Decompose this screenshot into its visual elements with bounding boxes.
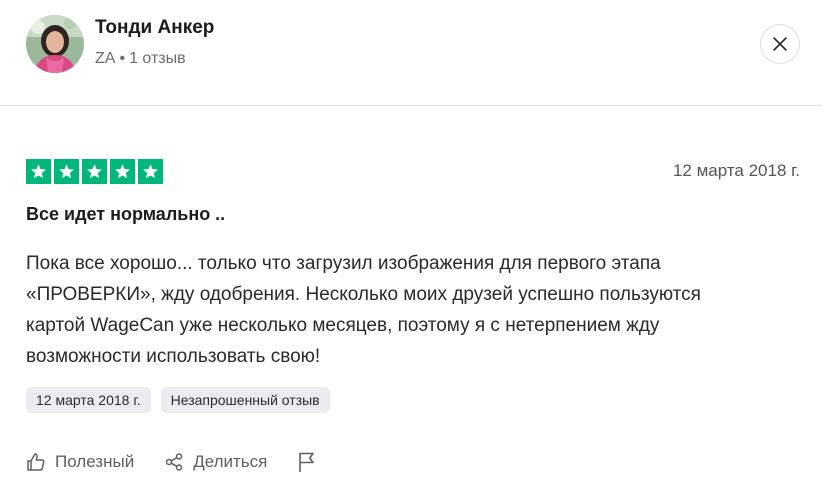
reviewer-header: Тонди Анкер ZA • 1 отзыв bbox=[0, 0, 822, 106]
reviewer-meta: ZA • 1 отзыв bbox=[95, 50, 186, 68]
review-actions: Полезный Делиться bbox=[26, 451, 347, 473]
share-button[interactable]: Делиться bbox=[164, 452, 267, 472]
reviewer-review-count: 1 отзыв bbox=[129, 50, 186, 67]
useful-button[interactable]: Полезный bbox=[26, 452, 134, 472]
star-box bbox=[110, 159, 135, 184]
useful-label: Полезный bbox=[55, 452, 135, 471]
review-date: 12 марта 2018 г. bbox=[672, 161, 800, 180]
review-body-line: картой WageCan уже несколько месяцев, по… bbox=[26, 315, 660, 336]
star-icon bbox=[31, 164, 46, 179]
share-label: Делиться bbox=[193, 452, 268, 471]
report-button[interactable] bbox=[297, 451, 317, 473]
star-box bbox=[54, 159, 79, 184]
star-icon bbox=[143, 164, 158, 179]
star-box bbox=[26, 159, 51, 184]
thumbs-up-icon bbox=[27, 453, 45, 471]
review-body-line: возможности использовать свою! bbox=[26, 346, 321, 367]
date-tag: 12 марта 2018 г. bbox=[26, 387, 151, 413]
star-rating bbox=[26, 159, 163, 184]
flag-icon bbox=[299, 452, 315, 472]
review-body-line: «ПРОВЕРКИ», жду одобрения. Несколько мои… bbox=[26, 284, 701, 305]
reviewer-name[interactable]: Тонди Анкер bbox=[95, 17, 214, 39]
avatar bbox=[26, 15, 84, 73]
star-icon bbox=[59, 164, 74, 179]
share-icon bbox=[165, 453, 183, 471]
star-icon bbox=[87, 164, 102, 179]
star-box bbox=[138, 159, 163, 184]
review-body-line: Пока все хорошо... только что загрузил и… bbox=[26, 253, 661, 274]
star-box bbox=[82, 159, 107, 184]
reviewer-country: ZA bbox=[95, 50, 116, 67]
close-icon bbox=[773, 37, 787, 51]
review-title: Все идет нормально .. bbox=[26, 204, 226, 224]
meta-separator: • bbox=[119, 50, 126, 67]
review-tags: 12 марта 2018 г. Незапрошенный отзыв bbox=[26, 387, 330, 413]
unprompted-review-tag: Незапрошенный отзыв bbox=[160, 387, 330, 413]
review-body: Пока все хорошо... только что загрузил и… bbox=[26, 248, 796, 372]
close-button[interactable] bbox=[760, 24, 800, 64]
star-icon bbox=[115, 164, 130, 179]
